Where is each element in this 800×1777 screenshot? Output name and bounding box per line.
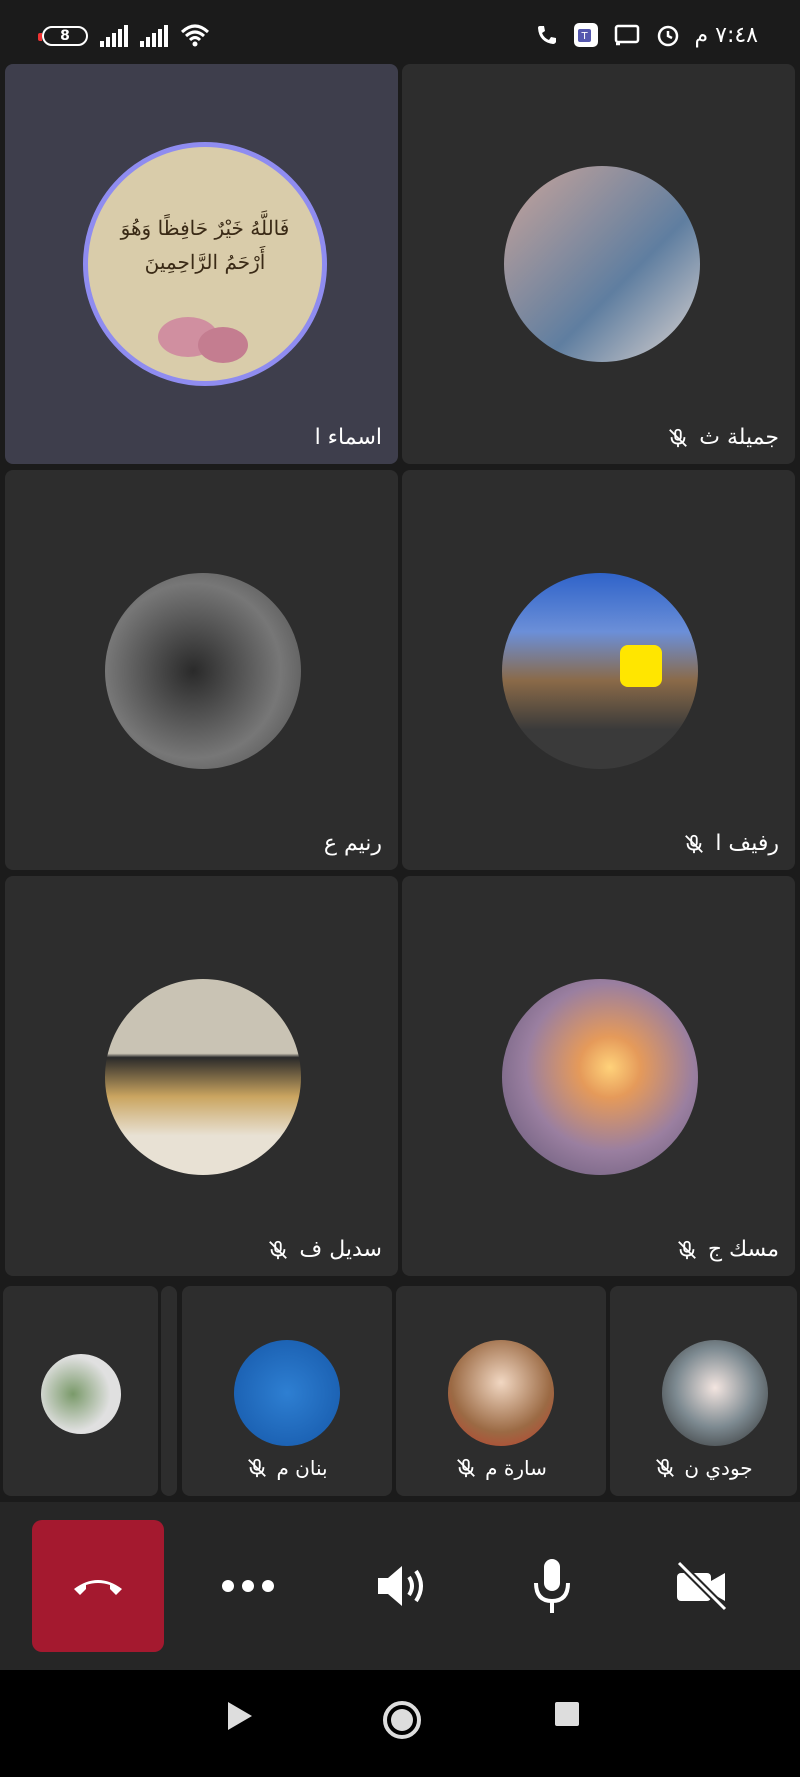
camera-off-icon — [676, 1560, 728, 1612]
status-left: 8 — [38, 24, 210, 48]
avatar — [105, 979, 301, 1175]
svg-text:T: T — [580, 31, 588, 42]
participant-name: سارة م — [396, 1456, 606, 1480]
signal-icon — [100, 25, 128, 47]
signal-icon-2 — [140, 25, 168, 47]
clock: ٧:٤٨ م — [694, 22, 759, 48]
avatar — [502, 979, 698, 1175]
participant-tile-rafif[interactable]: رفيف ا — [402, 470, 795, 870]
mic-muted-icon — [685, 834, 704, 853]
microphone-button[interactable] — [486, 1520, 618, 1652]
overflow-tile-edge — [161, 1286, 177, 1496]
participant-tile-sadeel[interactable]: سديل ف — [5, 876, 398, 1276]
speaker-icon — [378, 1566, 423, 1606]
hang-up-icon — [74, 1580, 122, 1595]
overflow-tile-1[interactable] — [3, 1286, 158, 1496]
avatar — [662, 1340, 768, 1446]
rose-icon-2 — [198, 327, 248, 363]
overflow-tile-judy[interactable]: جودي ن — [610, 1286, 797, 1496]
avatar — [502, 573, 698, 769]
alarm-icon — [657, 25, 678, 47]
participant-name: رفيف ا — [683, 831, 779, 856]
speaker-button[interactable] — [336, 1520, 468, 1652]
mic-muted-icon — [669, 428, 688, 447]
status-right: T ٧:٤٨ م — [535, 22, 759, 48]
home-icon[interactable] — [382, 1700, 422, 1740]
participant-name: اسماء ا — [314, 425, 382, 450]
battery-indicator: 8 — [38, 26, 88, 46]
avatar — [448, 1340, 554, 1446]
system-nav-bar — [0, 1670, 800, 1777]
mic-muted-icon — [677, 1240, 696, 1259]
avatar — [234, 1340, 340, 1446]
participant-name: بنان م — [182, 1456, 392, 1480]
hang-up-button[interactable] — [32, 1520, 164, 1652]
participant-name: مسك ج — [676, 1237, 779, 1262]
participant-tile-misk[interactable]: مسك ج — [402, 876, 795, 1276]
mic-muted-icon — [248, 1458, 267, 1478]
participant-tile-jamila[interactable]: جميلة ث — [402, 64, 795, 464]
mic-muted-icon — [269, 1240, 288, 1259]
more-icon — [222, 1580, 274, 1592]
participant-tile-ranim[interactable]: رنيم ع — [5, 470, 398, 870]
microphone-icon — [534, 1559, 570, 1613]
status-bar: 8 T ٧:٤٨ م — [0, 0, 800, 62]
back-icon[interactable] — [226, 1700, 254, 1732]
recents-icon[interactable] — [553, 1700, 581, 1728]
participant-name: جودي ن — [610, 1456, 797, 1480]
camera-toggle-button[interactable] — [636, 1520, 768, 1652]
cast-icon — [614, 24, 639, 46]
snapcode-icon — [620, 645, 662, 687]
participant-name: جميلة ث — [667, 425, 779, 450]
participant-name: رنيم ع — [323, 831, 382, 856]
teams-icon: T — [573, 23, 598, 47]
avatar — [105, 573, 301, 769]
mic-muted-icon — [656, 1458, 675, 1478]
avatar — [504, 166, 700, 362]
mic-muted-icon — [457, 1458, 476, 1478]
more-button[interactable] — [182, 1520, 314, 1652]
wifi-icon — [180, 24, 210, 47]
battery-level: 8 — [60, 28, 70, 44]
avatar: فَاللَّهُ خَيْرٌ حَافِظًا وَهُوَ أَرْحَم… — [83, 142, 327, 386]
overflow-tile-banan[interactable]: بنان م — [182, 1286, 392, 1496]
call-controls — [0, 1502, 800, 1670]
participant-name: سديل ف — [267, 1237, 382, 1262]
participant-tile-asmaa[interactable]: فَاللَّهُ خَيْرٌ حَافِظًا وَهُوَ أَرْحَم… — [5, 64, 398, 464]
avatar — [41, 1354, 121, 1434]
avatar-text: فَاللَّهُ خَيْرٌ حَافِظًا وَهُوَ أَرْحَم… — [120, 216, 290, 274]
overflow-tile-sara[interactable]: سارة م — [396, 1286, 606, 1496]
phone-icon — [537, 26, 556, 44]
